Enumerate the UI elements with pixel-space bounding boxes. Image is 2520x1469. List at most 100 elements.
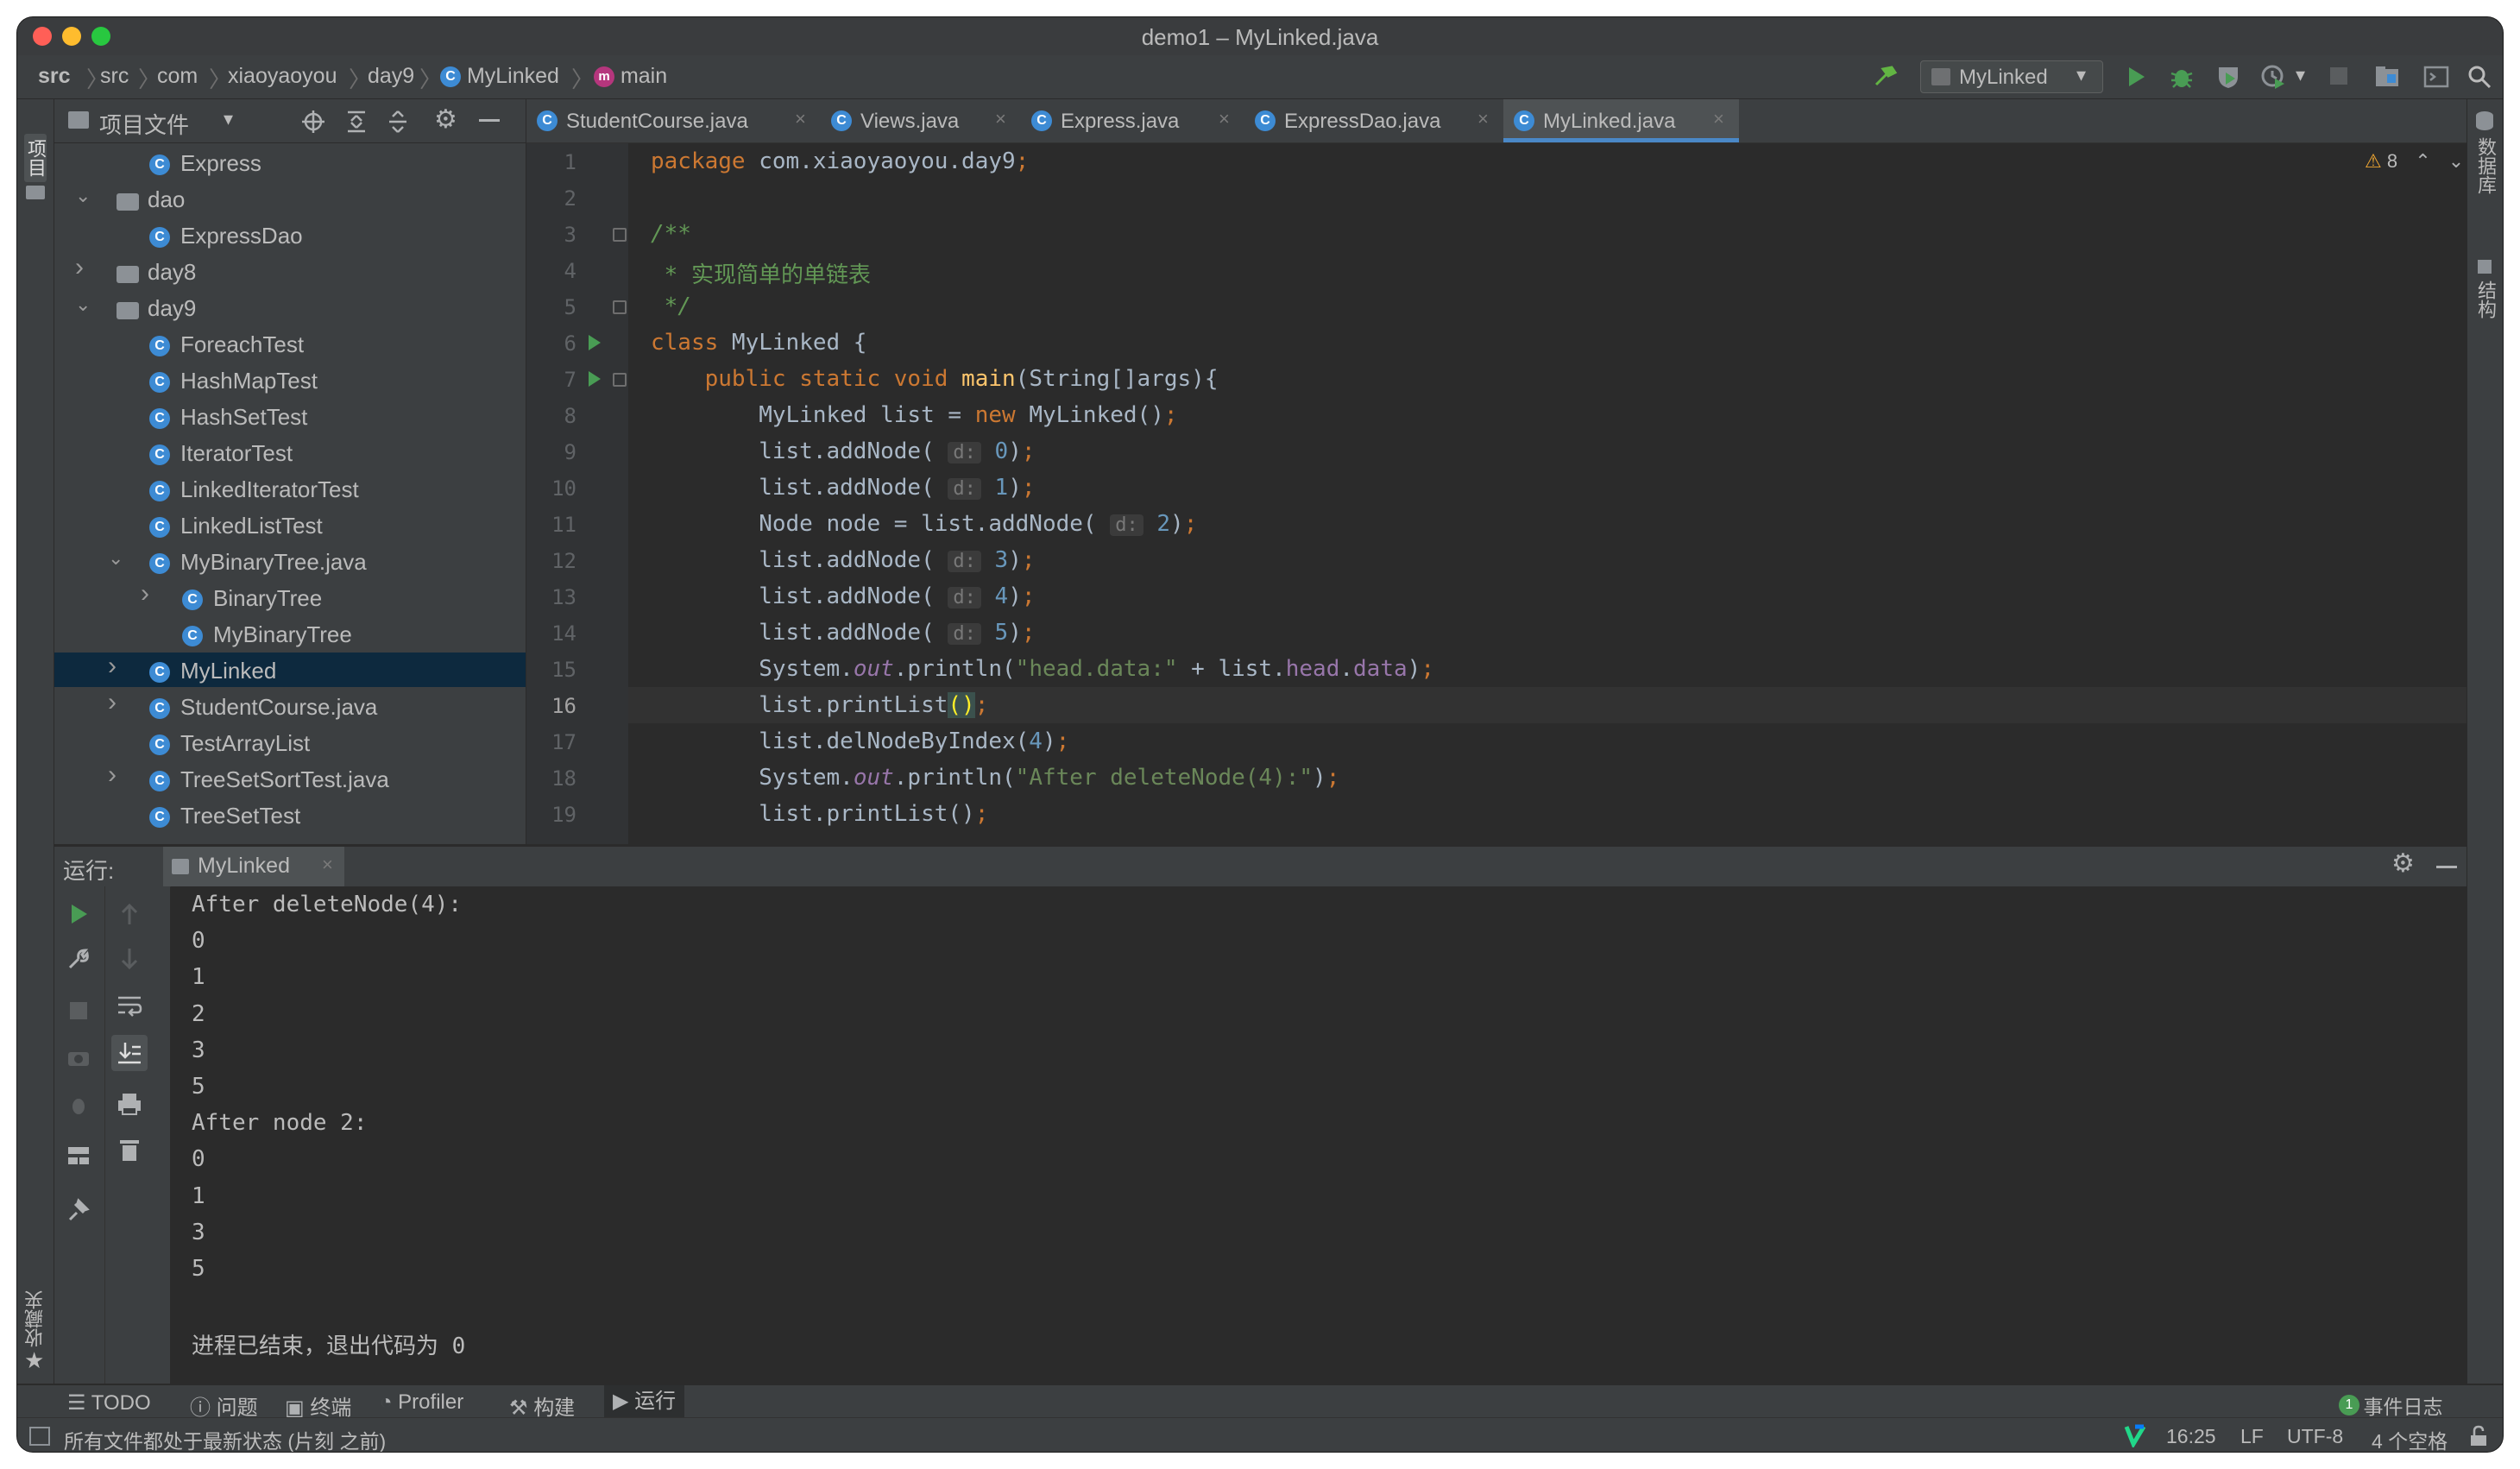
- code-line[interactable]: list.delNodeByIndex(4);: [651, 728, 1069, 754]
- code-line[interactable]: list.addNode( d: 3);: [651, 547, 1035, 573]
- close-icon[interactable]: ×: [1713, 108, 1724, 130]
- locate-icon[interactable]: [301, 110, 325, 134]
- chevron-right-icon[interactable]: ›: [108, 688, 117, 717]
- code-line[interactable]: package com.xiaoyaoyou.day9;: [651, 148, 1029, 174]
- bug-settings-icon[interactable]: [66, 1094, 91, 1118]
- project-view-title[interactable]: 项目文件: [99, 108, 189, 140]
- arrow-down-icon[interactable]: [118, 947, 141, 971]
- tree-item[interactable]: › C TreeSetSortTest.java: [54, 760, 526, 796]
- gear-icon[interactable]: ⚙: [2391, 848, 2415, 879]
- breadcrumb-src[interactable]: src: [100, 64, 129, 89]
- favorites-tool-button[interactable]: 收藏夹: [24, 1290, 47, 1347]
- tool-window-button[interactable]: ⓘ 问题: [190, 1390, 258, 1421]
- close-icon[interactable]: ×: [1219, 108, 1230, 130]
- build-hammer-icon[interactable]: [1873, 64, 1899, 90]
- editor-tab[interactable]: C Views.java ×: [821, 99, 1021, 142]
- tree-item[interactable]: C ExpressDao: [54, 218, 526, 252]
- chevron-down-icon[interactable]: ⌄: [75, 185, 91, 207]
- code-line[interactable]: list.printList();: [651, 801, 988, 827]
- hide-panel-icon[interactable]: [479, 119, 500, 122]
- debug-bug-icon[interactable]: [2168, 63, 2196, 91]
- run-gutter-icon[interactable]: [589, 335, 601, 350]
- chevron-down-icon[interactable]: ▾: [224, 108, 233, 130]
- code-editor[interactable]: 1 2 3 4 5 6 7 8 9 10 11 12 13 14 15 16 17 18 19 package co…: [526, 143, 2466, 844]
- stop-icon[interactable]: [2330, 67, 2347, 85]
- structure-tool-button[interactable]: 结构: [2474, 281, 2497, 318]
- code-line[interactable]: list.printList();: [651, 692, 988, 718]
- run-tab-mylinked[interactable]: MyLinked ×: [163, 847, 344, 886]
- code-line[interactable]: list.addNode( d: 1);: [651, 475, 1035, 501]
- code-line[interactable]: list.addNode( d: 5);: [651, 620, 1035, 646]
- event-log-button[interactable]: 1 事件日志: [2339, 1390, 2442, 1420]
- stop-icon[interactable]: [70, 1002, 87, 1019]
- arrow-up-icon[interactable]: [118, 902, 141, 926]
- wrench-icon[interactable]: [66, 947, 91, 971]
- breadcrumb-main[interactable]: m main: [594, 64, 667, 89]
- code-line[interactable]: MyLinked list = new MyLinked();: [651, 402, 1177, 428]
- print-icon[interactable]: [117, 1092, 142, 1116]
- editor-tab[interactable]: C ExpressDao.java ×: [1244, 99, 1503, 142]
- breadcrumb-com[interactable]: com: [157, 64, 198, 89]
- indent-setting[interactable]: 4 个空格: [2372, 1425, 2448, 1452]
- project-tool-button[interactable]: 项目: [24, 134, 47, 182]
- tool-window-button[interactable]: ▣ 终端: [285, 1390, 351, 1421]
- caret-position[interactable]: 16:25: [2166, 1425, 2216, 1448]
- tree-item[interactable]: C IteratorTest: [54, 435, 526, 470]
- toolbox-logo-icon[interactable]: [2123, 1423, 2147, 1447]
- breadcrumb-xiaoyaoyou[interactable]: xiaoyaoyou: [228, 64, 337, 89]
- rerun-icon[interactable]: [66, 902, 91, 926]
- code-line[interactable]: Node node = list.addNode( d: 2);: [651, 511, 1197, 537]
- code-line[interactable]: list.addNode( d: 0);: [651, 438, 1035, 464]
- tree-item[interactable]: C LinkedIteratorTest: [54, 471, 526, 506]
- tool-window-button[interactable]: ▶ 运行: [604, 1385, 685, 1418]
- tree-item[interactable]: C ForeachTest: [54, 326, 526, 361]
- search-icon[interactable]: [2466, 64, 2492, 90]
- terminal-window-icon[interactable]: [2423, 64, 2449, 90]
- tree-item[interactable]: C HashSetTest: [54, 399, 526, 433]
- breadcrumb-day9[interactable]: day9: [368, 64, 414, 89]
- chevron-down-icon[interactable]: ▾: [2296, 64, 2305, 86]
- code-line[interactable]: System.out.println("After deleteNode(4):…: [651, 765, 1339, 791]
- soft-wrap-icon[interactable]: [117, 993, 142, 1018]
- tree-item[interactable]: ⌄ dao: [54, 181, 526, 216]
- close-icon[interactable]: ×: [795, 108, 806, 130]
- tree-item[interactable]: C TreeSetTest: [54, 798, 526, 832]
- chevron-down-icon[interactable]: ⌄: [75, 293, 91, 316]
- tree-item[interactable]: › C StudentCourse.java: [54, 688, 526, 723]
- collapse-all-icon[interactable]: [386, 110, 410, 134]
- tool-window-button[interactable]: ◔ Profiler: [380, 1390, 463, 1415]
- camera-icon[interactable]: [66, 1047, 91, 1068]
- editor-tab[interactable]: C Express.java ×: [1021, 99, 1244, 142]
- tree-item[interactable]: C LinkedListTest: [54, 508, 526, 542]
- tree-item[interactable]: C TestArrayList: [54, 725, 526, 760]
- chevron-down-icon[interactable]: ⌄: [2448, 150, 2464, 172]
- tree-item[interactable]: › day8: [54, 253, 526, 288]
- line-separator[interactable]: LF: [2240, 1425, 2264, 1448]
- chevron-right-icon[interactable]: ›: [141, 579, 149, 608]
- lock-icon[interactable]: [2468, 1425, 2489, 1447]
- tree-item[interactable]: C MyBinaryTree: [54, 616, 526, 651]
- tree-item[interactable]: › C BinaryTree: [54, 579, 526, 615]
- tree-item[interactable]: C Express: [54, 145, 526, 180]
- close-icon[interactable]: ×: [322, 854, 333, 876]
- code-line[interactable]: /**: [651, 221, 691, 247]
- gear-icon[interactable]: ⚙: [434, 104, 457, 135]
- editor-tab[interactable]: C MyLinked.java ×: [1503, 99, 1739, 142]
- tree-item[interactable]: ⌄ day9: [54, 290, 526, 325]
- chevron-right-icon[interactable]: ›: [108, 652, 117, 681]
- tree-item[interactable]: › C MyLinked: [54, 652, 526, 687]
- tool-window-button[interactable]: ☰ TODO: [67, 1390, 151, 1415]
- toggle-panels-icon[interactable]: [29, 1427, 50, 1446]
- inspection-widget[interactable]: ⚠ 8 ⌃ ⌄: [2365, 150, 2464, 173]
- code-line[interactable]: System.out.println("head.data:" + list.h…: [651, 656, 1434, 682]
- code-line[interactable]: * 实现简单的单链表: [651, 257, 871, 289]
- file-encoding[interactable]: UTF-8: [2287, 1425, 2343, 1448]
- run-config-selector[interactable]: MyLinked ▾: [1920, 60, 2103, 93]
- chevron-right-icon[interactable]: ›: [108, 760, 117, 790]
- close-icon[interactable]: ×: [995, 108, 1006, 130]
- tree-item[interactable]: ⌄ C MyBinaryTree.java: [54, 544, 526, 578]
- scroll-to-end-button[interactable]: [111, 1035, 148, 1071]
- trash-icon[interactable]: [118, 1137, 141, 1163]
- fold-marker-icon[interactable]: [613, 373, 627, 387]
- run-icon[interactable]: [2123, 64, 2149, 90]
